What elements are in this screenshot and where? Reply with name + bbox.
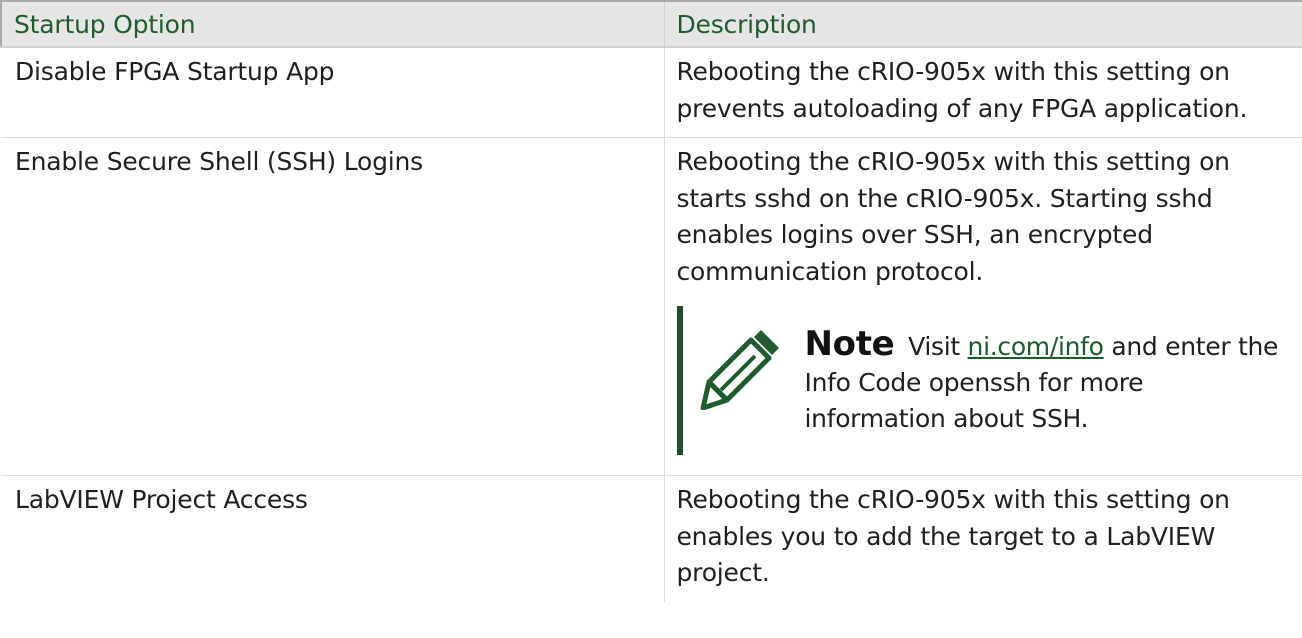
table-row: Disable FPGA Startup App Rebooting the c…	[1, 47, 1302, 138]
option-cell: Enable Secure Shell (SSH) Logins	[1, 137, 664, 476]
pencil-icon	[700, 330, 779, 410]
note-callout: Note Visit ni.com/info and enter the Inf…	[676, 306, 1292, 455]
column-header-description: Description	[663, 0, 1302, 48]
note-title: Note	[804, 324, 895, 364]
table-row: Enable Secure Shell (SSH) Logins Rebooti…	[1, 137, 1302, 476]
description-cell: Rebooting the cRIO-905x with this settin…	[663, 47, 1302, 138]
info-link[interactable]: ni.com/info	[968, 332, 1104, 361]
note-body: Note Visit ni.com/info and enter the Inf…	[805, 326, 1282, 437]
option-cell: Disable FPGA Startup App	[1, 47, 664, 138]
description-cell: Rebooting the cRIO-905x with this settin…	[663, 475, 1302, 602]
startup-options-table-container: Startup Option Description Disable FPGA …	[0, 0, 1302, 602]
description-cell: Rebooting the cRIO-905x with this settin…	[663, 137, 1302, 476]
description-text: Rebooting the cRIO-905x with this settin…	[676, 147, 1231, 286]
note-text-before: Visit	[908, 332, 960, 361]
startup-options-table: Startup Option Description Disable FPGA …	[0, 0, 1302, 602]
table-header-row: Startup Option Description	[0, 0, 1302, 48]
table-row: LabVIEW Project Access Rebooting the cRI…	[1, 475, 1302, 602]
option-cell: LabVIEW Project Access	[15, 485, 308, 514]
column-header-startup-option: Startup Option	[0, 0, 664, 48]
